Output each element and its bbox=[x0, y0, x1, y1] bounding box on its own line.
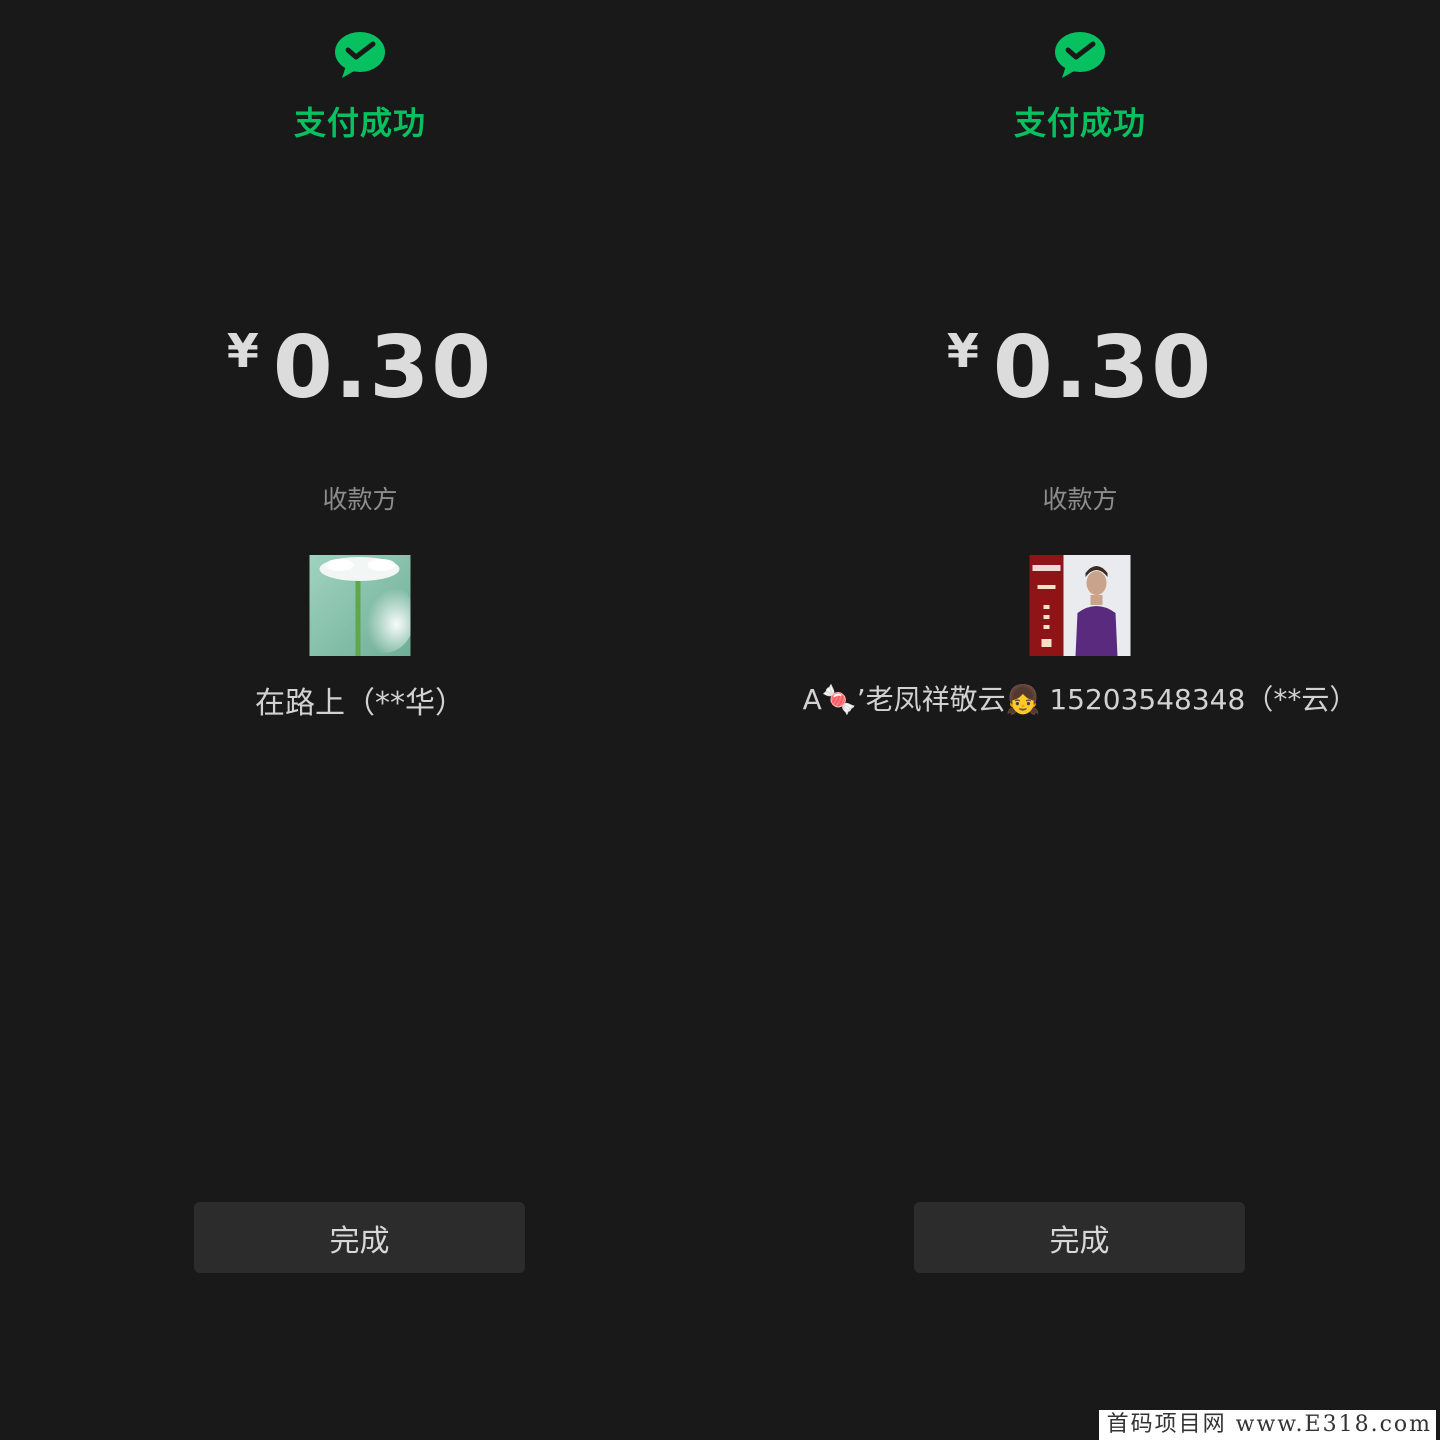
amount-row: ¥0.30 bbox=[0, 318, 720, 418]
payee-name: A🍬’老凤祥敬云👧 15203548348（**云） bbox=[802, 683, 1358, 716]
done-button[interactable]: 完成 bbox=[914, 1202, 1245, 1273]
amount-row: ¥0.30 bbox=[720, 318, 1440, 418]
payment-amount: 0.30 bbox=[992, 318, 1214, 418]
payment-success-panel-right: 支付成功 ¥0.30 收款方 A🍬’老凤祥敬云👧 15203548348（**云… bbox=[720, 0, 1440, 1440]
done-button[interactable]: 完成 bbox=[194, 1202, 525, 1273]
payee-label: 收款方 bbox=[322, 485, 398, 514]
payment-success-title: 支付成功 bbox=[1013, 104, 1146, 142]
wechat-pay-check-icon bbox=[1052, 30, 1108, 82]
payment-success-title: 支付成功 bbox=[293, 104, 426, 142]
payee-avatar bbox=[309, 555, 411, 656]
payee-name: 在路上（**华） bbox=[255, 686, 465, 721]
payment-amount: 0.30 bbox=[272, 318, 494, 418]
currency-symbol: ¥ bbox=[946, 324, 979, 378]
payment-success-panel-left: 支付成功 ¥0.30 收款方 在路上（**华） 完成 bbox=[0, 0, 720, 1440]
currency-symbol: ¥ bbox=[226, 324, 259, 378]
payee-avatar bbox=[1029, 555, 1131, 656]
watermark-text: 首码项目网 www.E318.com bbox=[1098, 1410, 1436, 1440]
payee-label: 收款方 bbox=[1042, 485, 1118, 514]
wechat-pay-check-icon bbox=[332, 30, 388, 82]
